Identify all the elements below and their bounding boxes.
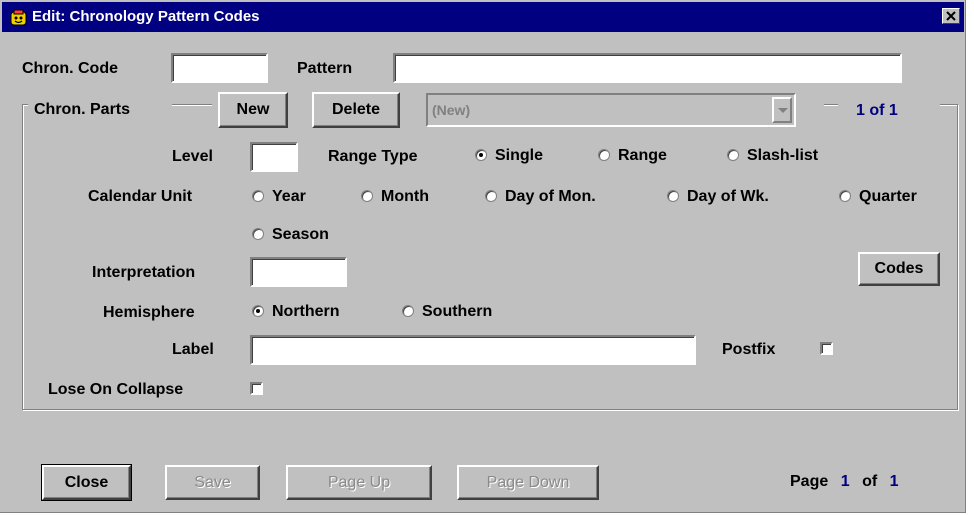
- codes-button[interactable]: Codes: [858, 252, 940, 286]
- close-icon: [946, 11, 956, 21]
- page-indicator: Page 1 of 1: [790, 473, 899, 491]
- calendar-unit-label: Calendar Unit: [88, 188, 193, 205]
- radio-selected-icon: [252, 305, 264, 317]
- chron-code-input[interactable]: [171, 53, 268, 83]
- interpretation-input[interactable]: [250, 257, 347, 287]
- range-type-label: Range Type: [328, 148, 418, 165]
- interpretation-label: Interpretation: [92, 264, 196, 281]
- radio-icon: [252, 190, 264, 202]
- postfix-label: Postfix: [722, 341, 776, 358]
- page-total: 1: [889, 473, 899, 490]
- chron-part-select-value: (New): [432, 102, 471, 118]
- radio-icon: [252, 228, 264, 240]
- radio-icon: [727, 149, 739, 161]
- close-window-button[interactable]: [942, 8, 960, 24]
- save-button[interactable]: Save: [165, 465, 260, 500]
- hemisphere-northern-radio[interactable]: Northern: [252, 303, 340, 321]
- record-counter: 1 of 1: [856, 102, 898, 119]
- calendar-unit-day-of-week-radio[interactable]: Day of Wk.: [667, 188, 769, 206]
- postfix-checkbox[interactable]: [820, 342, 833, 355]
- range-type-range-radio[interactable]: Range: [598, 147, 667, 165]
- calendar-unit-month-radio[interactable]: Month: [361, 188, 429, 206]
- range-type-slash-list-radio[interactable]: Slash-list: [727, 147, 818, 165]
- pattern-label: Pattern: [297, 60, 353, 77]
- radio-icon: [598, 149, 610, 161]
- page-down-button[interactable]: Page Down: [457, 465, 599, 500]
- calendar-unit-season-radio[interactable]: Season: [252, 226, 329, 244]
- radio-icon: [361, 190, 373, 202]
- calendar-unit-day-of-month-radio[interactable]: Day of Mon.: [485, 188, 596, 206]
- hemisphere-label: Hemisphere: [103, 304, 195, 321]
- close-button[interactable]: Close: [41, 464, 132, 501]
- chron-parts-group-label: Chron. Parts: [34, 101, 131, 118]
- label-input[interactable]: [250, 335, 696, 365]
- window-title: Edit: Chronology Pattern Codes: [32, 8, 260, 25]
- chron-part-select[interactable]: (New): [426, 93, 796, 127]
- page-up-button[interactable]: Page Up: [286, 465, 432, 500]
- lose-on-collapse-label: Lose On Collapse: [48, 381, 184, 398]
- delete-button[interactable]: Delete: [312, 92, 400, 128]
- radio-icon: [839, 190, 851, 202]
- page-label: Page: [790, 473, 829, 490]
- chevron-down-icon[interactable]: [772, 97, 792, 123]
- pattern-input[interactable]: [393, 53, 902, 83]
- calendar-unit-quarter-radio[interactable]: Quarter: [839, 188, 917, 206]
- hemisphere-southern-radio[interactable]: Southern: [402, 303, 492, 321]
- dialog-window: Edit: Chronology Pattern Codes Chron. Co…: [0, 0, 966, 513]
- radio-selected-icon: [475, 149, 487, 161]
- title-bar[interactable]: Edit: Chronology Pattern Codes: [2, 2, 964, 32]
- lose-on-collapse-checkbox[interactable]: [250, 382, 263, 395]
- chron-code-label: Chron. Code: [22, 60, 118, 77]
- label-field-label: Label: [172, 341, 214, 358]
- radio-icon: [485, 190, 497, 202]
- new-button[interactable]: New: [218, 92, 288, 128]
- of-label: of: [862, 473, 878, 490]
- app-icon: [10, 9, 27, 26]
- radio-icon: [402, 305, 414, 317]
- radio-icon: [667, 190, 679, 202]
- range-type-single-radio[interactable]: Single: [475, 147, 543, 165]
- calendar-unit-year-radio[interactable]: Year: [252, 188, 306, 206]
- level-label: Level: [172, 148, 213, 165]
- page-current: 1: [840, 473, 850, 490]
- level-input[interactable]: [250, 142, 298, 172]
